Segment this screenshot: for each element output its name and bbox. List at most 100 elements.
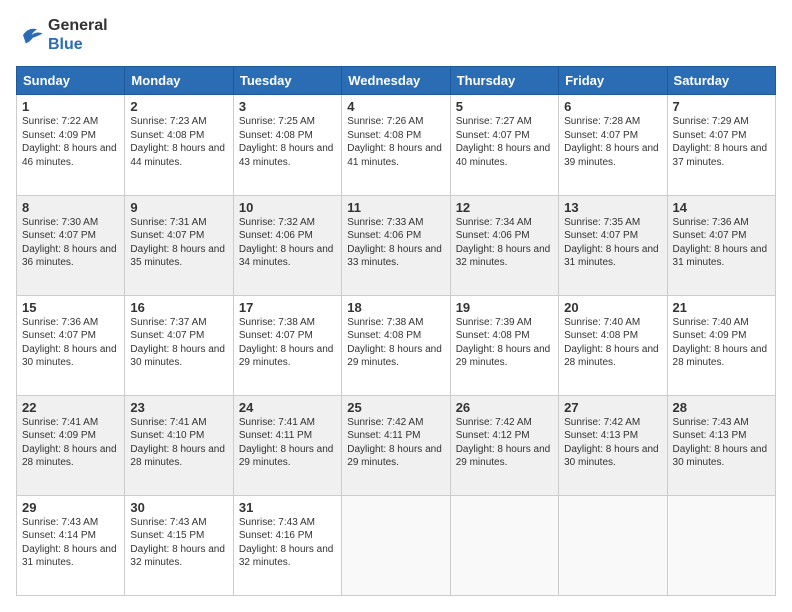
day-number: 11: [347, 200, 444, 215]
calendar-week-row: 1 Sunrise: 7:22 AMSunset: 4:09 PMDayligh…: [17, 95, 776, 195]
cell-info: Sunrise: 7:37 AMSunset: 4:07 PMDaylight:…: [130, 316, 227, 370]
calendar-cell: [667, 495, 775, 595]
day-number: 10: [239, 200, 336, 215]
calendar-cell: 29 Sunrise: 7:43 AMSunset: 4:14 PMDaylig…: [17, 495, 125, 595]
cell-info: Sunrise: 7:36 AMSunset: 4:07 PMDaylight:…: [22, 316, 119, 370]
day-number: 28: [673, 400, 770, 415]
calendar-cell: 5 Sunrise: 7:27 AMSunset: 4:07 PMDayligh…: [450, 95, 558, 195]
calendar-cell: 23 Sunrise: 7:41 AMSunset: 4:10 PMDaylig…: [125, 395, 233, 495]
day-number: 25: [347, 400, 444, 415]
cell-info: Sunrise: 7:30 AMSunset: 4:07 PMDaylight:…: [22, 216, 119, 270]
calendar-table: SundayMondayTuesdayWednesdayThursdayFrid…: [16, 66, 776, 596]
calendar-cell: 4 Sunrise: 7:26 AMSunset: 4:08 PMDayligh…: [342, 95, 450, 195]
calendar-cell: 28 Sunrise: 7:43 AMSunset: 4:13 PMDaylig…: [667, 395, 775, 495]
day-number: 24: [239, 400, 336, 415]
calendar-week-row: 29 Sunrise: 7:43 AMSunset: 4:14 PMDaylig…: [17, 495, 776, 595]
day-number: 31: [239, 500, 336, 515]
page: General Blue SundayMondayTuesdayWednesda…: [0, 0, 792, 612]
calendar-cell: 26 Sunrise: 7:42 AMSunset: 4:12 PMDaylig…: [450, 395, 558, 495]
cell-info: Sunrise: 7:36 AMSunset: 4:07 PMDaylight:…: [673, 216, 770, 270]
calendar-day-header: Monday: [125, 67, 233, 95]
day-number: 17: [239, 300, 336, 315]
cell-info: Sunrise: 7:43 AMSunset: 4:16 PMDaylight:…: [239, 516, 336, 570]
cell-info: Sunrise: 7:41 AMSunset: 4:11 PMDaylight:…: [239, 416, 336, 470]
calendar-day-header: Thursday: [450, 67, 558, 95]
calendar-cell: 27 Sunrise: 7:42 AMSunset: 4:13 PMDaylig…: [559, 395, 667, 495]
logo: General Blue: [16, 16, 108, 54]
calendar-cell: 15 Sunrise: 7:36 AMSunset: 4:07 PMDaylig…: [17, 295, 125, 395]
day-number: 6: [564, 99, 661, 114]
cell-info: Sunrise: 7:35 AMSunset: 4:07 PMDaylight:…: [564, 216, 661, 270]
cell-info: Sunrise: 7:43 AMSunset: 4:15 PMDaylight:…: [130, 516, 227, 570]
calendar-cell: 7 Sunrise: 7:29 AMSunset: 4:07 PMDayligh…: [667, 95, 775, 195]
day-number: 30: [130, 500, 227, 515]
calendar-day-header: Friday: [559, 67, 667, 95]
cell-info: Sunrise: 7:43 AMSunset: 4:14 PMDaylight:…: [22, 516, 119, 570]
day-number: 22: [22, 400, 119, 415]
day-number: 7: [673, 99, 770, 114]
calendar-cell: 2 Sunrise: 7:23 AMSunset: 4:08 PMDayligh…: [125, 95, 233, 195]
day-number: 4: [347, 99, 444, 114]
day-number: 16: [130, 300, 227, 315]
calendar-cell: 17 Sunrise: 7:38 AMSunset: 4:07 PMDaylig…: [233, 295, 341, 395]
calendar-cell: 19 Sunrise: 7:39 AMSunset: 4:08 PMDaylig…: [450, 295, 558, 395]
day-number: 20: [564, 300, 661, 315]
logo-bird-icon: [16, 21, 44, 49]
cell-info: Sunrise: 7:27 AMSunset: 4:07 PMDaylight:…: [456, 115, 553, 169]
calendar-cell: [342, 495, 450, 595]
calendar-week-row: 8 Sunrise: 7:30 AMSunset: 4:07 PMDayligh…: [17, 195, 776, 295]
calendar-cell: [450, 495, 558, 595]
calendar-week-row: 22 Sunrise: 7:41 AMSunset: 4:09 PMDaylig…: [17, 395, 776, 495]
cell-info: Sunrise: 7:34 AMSunset: 4:06 PMDaylight:…: [456, 216, 553, 270]
calendar-cell: 14 Sunrise: 7:36 AMSunset: 4:07 PMDaylig…: [667, 195, 775, 295]
cell-info: Sunrise: 7:41 AMSunset: 4:09 PMDaylight:…: [22, 416, 119, 470]
cell-info: Sunrise: 7:41 AMSunset: 4:10 PMDaylight:…: [130, 416, 227, 470]
calendar-cell: 18 Sunrise: 7:38 AMSunset: 4:08 PMDaylig…: [342, 295, 450, 395]
calendar-cell: 10 Sunrise: 7:32 AMSunset: 4:06 PMDaylig…: [233, 195, 341, 295]
calendar-cell: 1 Sunrise: 7:22 AMSunset: 4:09 PMDayligh…: [17, 95, 125, 195]
calendar-cell: 25 Sunrise: 7:42 AMSunset: 4:11 PMDaylig…: [342, 395, 450, 495]
calendar-day-header: Saturday: [667, 67, 775, 95]
calendar-week-row: 15 Sunrise: 7:36 AMSunset: 4:07 PMDaylig…: [17, 295, 776, 395]
day-number: 13: [564, 200, 661, 215]
logo-text: General Blue: [48, 16, 108, 54]
cell-info: Sunrise: 7:23 AMSunset: 4:08 PMDaylight:…: [130, 115, 227, 169]
header: General Blue: [16, 16, 776, 54]
day-number: 9: [130, 200, 227, 215]
day-number: 19: [456, 300, 553, 315]
calendar-cell: 22 Sunrise: 7:41 AMSunset: 4:09 PMDaylig…: [17, 395, 125, 495]
cell-info: Sunrise: 7:40 AMSunset: 4:08 PMDaylight:…: [564, 316, 661, 370]
calendar-day-header: Sunday: [17, 67, 125, 95]
cell-info: Sunrise: 7:39 AMSunset: 4:08 PMDaylight:…: [456, 316, 553, 370]
day-number: 5: [456, 99, 553, 114]
calendar-cell: [559, 495, 667, 595]
calendar-cell: 16 Sunrise: 7:37 AMSunset: 4:07 PMDaylig…: [125, 295, 233, 395]
day-number: 15: [22, 300, 119, 315]
cell-info: Sunrise: 7:26 AMSunset: 4:08 PMDaylight:…: [347, 115, 444, 169]
calendar-cell: 21 Sunrise: 7:40 AMSunset: 4:09 PMDaylig…: [667, 295, 775, 395]
cell-info: Sunrise: 7:22 AMSunset: 4:09 PMDaylight:…: [22, 115, 119, 169]
day-number: 8: [22, 200, 119, 215]
cell-info: Sunrise: 7:43 AMSunset: 4:13 PMDaylight:…: [673, 416, 770, 470]
day-number: 26: [456, 400, 553, 415]
cell-info: Sunrise: 7:29 AMSunset: 4:07 PMDaylight:…: [673, 115, 770, 169]
day-number: 14: [673, 200, 770, 215]
calendar-day-header: Tuesday: [233, 67, 341, 95]
calendar-cell: 11 Sunrise: 7:33 AMSunset: 4:06 PMDaylig…: [342, 195, 450, 295]
cell-info: Sunrise: 7:25 AMSunset: 4:08 PMDaylight:…: [239, 115, 336, 169]
calendar-cell: 30 Sunrise: 7:43 AMSunset: 4:15 PMDaylig…: [125, 495, 233, 595]
calendar-cell: 20 Sunrise: 7:40 AMSunset: 4:08 PMDaylig…: [559, 295, 667, 395]
day-number: 2: [130, 99, 227, 114]
calendar-day-header: Wednesday: [342, 67, 450, 95]
cell-info: Sunrise: 7:42 AMSunset: 4:11 PMDaylight:…: [347, 416, 444, 470]
cell-info: Sunrise: 7:38 AMSunset: 4:07 PMDaylight:…: [239, 316, 336, 370]
calendar-cell: 12 Sunrise: 7:34 AMSunset: 4:06 PMDaylig…: [450, 195, 558, 295]
cell-info: Sunrise: 7:33 AMSunset: 4:06 PMDaylight:…: [347, 216, 444, 270]
calendar-cell: 8 Sunrise: 7:30 AMSunset: 4:07 PMDayligh…: [17, 195, 125, 295]
day-number: 18: [347, 300, 444, 315]
calendar-cell: 13 Sunrise: 7:35 AMSunset: 4:07 PMDaylig…: [559, 195, 667, 295]
cell-info: Sunrise: 7:42 AMSunset: 4:12 PMDaylight:…: [456, 416, 553, 470]
cell-info: Sunrise: 7:38 AMSunset: 4:08 PMDaylight:…: [347, 316, 444, 370]
day-number: 3: [239, 99, 336, 114]
calendar-cell: 3 Sunrise: 7:25 AMSunset: 4:08 PMDayligh…: [233, 95, 341, 195]
